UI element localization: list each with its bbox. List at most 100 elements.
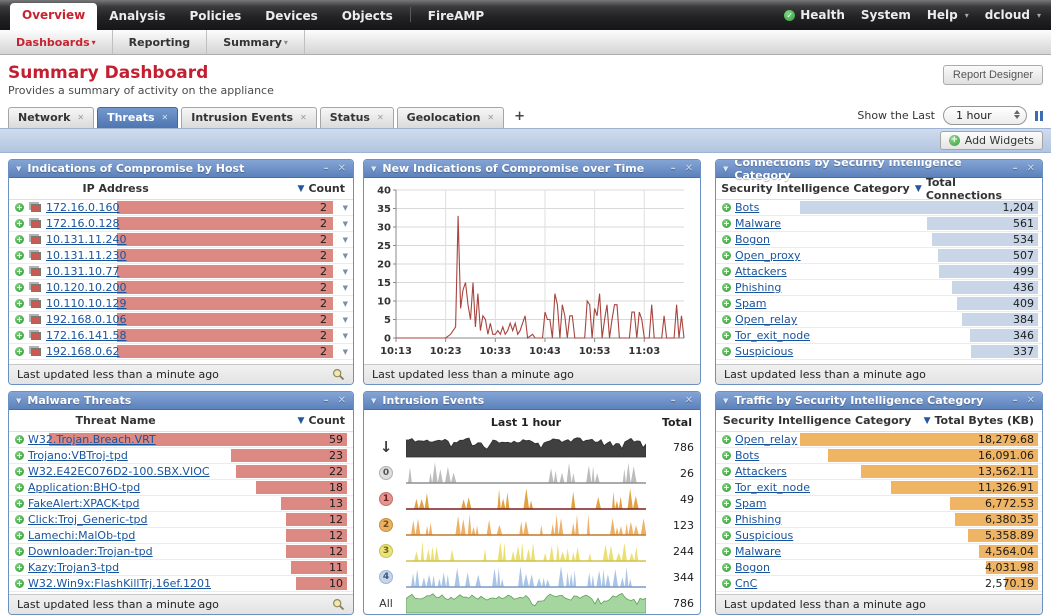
expand-row-icon[interactable]: + [722, 483, 731, 492]
expand-row-icon[interactable]: + [15, 251, 24, 260]
expand-row-icon[interactable]: + [722, 467, 731, 476]
expand-row-icon[interactable]: + [15, 235, 24, 244]
si-category-link[interactable]: Phishing [735, 281, 781, 294]
row-options-icon[interactable]: ▼ [343, 268, 348, 276]
expand-row-icon[interactable]: + [722, 547, 731, 556]
expand-row-icon[interactable]: + [15, 435, 24, 444]
expand-row-icon[interactable]: + [722, 299, 731, 308]
collapse-widget-icon[interactable]: ▼ [371, 397, 376, 405]
close-tab-icon[interactable]: ✕ [377, 113, 384, 122]
close-widget-icon[interactable]: ✕ [685, 395, 693, 406]
add-widgets-button[interactable]: + Add Widgets [940, 131, 1043, 150]
threat-name-link[interactable]: W32.Win9x:FlashKillTrj.16ef.1201 [28, 577, 211, 590]
add-tab-button[interactable]: + [507, 109, 532, 128]
collapse-widget-icon[interactable]: ▼ [723, 397, 728, 405]
si-category-link[interactable]: Spam [735, 497, 766, 510]
topnav-tab-objects[interactable]: Objects [330, 4, 405, 30]
minimize-widget-icon[interactable]: – [324, 395, 329, 406]
threat-name-link[interactable]: Trojano:VBTroj-tpd [28, 449, 128, 462]
row-options-icon[interactable]: ▼ [343, 252, 348, 260]
column-header-name[interactable]: Security Intelligence Category [716, 182, 915, 195]
topnav-tab-devices[interactable]: Devices [253, 4, 329, 30]
column-header-value[interactable]: ▼Total Bytes (KB) [924, 414, 1042, 427]
column-header-name[interactable]: IP Address [9, 182, 222, 195]
si-category-link[interactable]: Malware [735, 217, 781, 230]
impact-level-badge[interactable]: 4 [379, 570, 393, 584]
topnav-tab-analysis[interactable]: Analysis [97, 4, 177, 30]
help-menu[interactable]: Help▾ [927, 8, 969, 22]
expand-row-icon[interactable]: + [722, 451, 731, 460]
row-options-icon[interactable]: ▼ [343, 284, 348, 292]
row-options-icon[interactable]: ▼ [343, 300, 348, 308]
si-category-link[interactable]: Bogon [735, 233, 770, 246]
si-category-link[interactable]: Bots [735, 201, 759, 214]
minimize-widget-icon[interactable]: – [324, 163, 329, 174]
expand-row-icon[interactable]: + [15, 299, 24, 308]
close-tab-icon[interactable]: ✕ [487, 113, 494, 122]
expand-row-icon[interactable]: + [15, 331, 24, 340]
threat-name-link[interactable]: Click:Troj_Generic-tpd [28, 513, 148, 526]
expand-row-icon[interactable]: + [722, 283, 731, 292]
column-header-value[interactable]: ▼Count [298, 414, 353, 427]
collapse-widget-icon[interactable]: ▼ [723, 165, 728, 173]
report-designer-button[interactable]: Report Designer [943, 65, 1043, 85]
expand-row-icon[interactable]: + [15, 483, 24, 492]
row-options-icon[interactable]: ▼ [343, 236, 348, 244]
expand-row-icon[interactable]: + [722, 251, 731, 260]
si-category-link[interactable]: Bots [735, 449, 759, 462]
si-category-link[interactable]: Phishing [735, 513, 781, 526]
threat-name-link[interactable]: Lamechi:MalOb-tpd [28, 529, 135, 542]
close-widget-icon[interactable]: ✕ [338, 395, 346, 406]
expand-row-icon[interactable]: + [722, 563, 731, 572]
dashboard-tab-status[interactable]: Status✕ [320, 107, 394, 128]
row-options-icon[interactable]: ▼ [343, 348, 348, 356]
close-widget-icon[interactable]: ✕ [1027, 395, 1035, 406]
si-category-link[interactable]: Tor_exit_node [735, 481, 810, 494]
threat-name-link[interactable]: Downloader:Trojan-tpd [28, 545, 153, 558]
expand-row-icon[interactable]: + [15, 219, 24, 228]
collapse-widget-icon[interactable]: ▼ [16, 165, 21, 173]
expand-row-icon[interactable]: + [15, 315, 24, 324]
close-widget-icon[interactable]: ✕ [338, 163, 346, 174]
expand-row-icon[interactable]: + [15, 267, 24, 276]
threat-name-link[interactable]: Kazy:Trojan3-tpd [28, 561, 119, 574]
si-category-link[interactable]: Spam [735, 297, 766, 310]
ip-address-link[interactable]: 10.120.10.200 [46, 281, 126, 294]
time-range-select[interactable]: 1 hour [943, 106, 1027, 125]
collapse-widget-icon[interactable]: ▼ [16, 397, 21, 405]
search-icon[interactable] [332, 598, 345, 611]
minimize-widget-icon[interactable]: – [671, 395, 676, 406]
ip-address-link[interactable]: 192.168.0.106 [46, 313, 126, 326]
column-header-value[interactable]: ▼Count [298, 182, 353, 195]
column-header-name[interactable]: Security Intelligence Category [716, 414, 918, 427]
minimize-widget-icon[interactable]: – [1013, 395, 1018, 406]
collapse-widget-icon[interactable]: ▼ [371, 165, 376, 173]
si-category-link[interactable]: Bogon [735, 561, 770, 574]
minimize-widget-icon[interactable]: – [671, 163, 676, 174]
topnav-tab-overview[interactable]: Overview [10, 3, 97, 30]
topnav-tab-policies[interactable]: Policies [178, 4, 254, 30]
health-menu[interactable]: ✓ Health [784, 8, 845, 22]
pause-button[interactable] [1035, 111, 1043, 121]
close-tab-icon[interactable]: ✕ [77, 113, 84, 122]
expand-row-icon[interactable]: + [722, 331, 731, 340]
subnav-item-dashboards[interactable]: Dashboards▾ [0, 30, 113, 54]
expand-row-icon[interactable]: + [15, 203, 24, 212]
close-tab-icon[interactable]: ✕ [300, 113, 307, 122]
dashboard-tab-threats[interactable]: Threats✕ [97, 107, 178, 128]
impact-level-badge[interactable]: 3 [379, 544, 393, 558]
ip-address-link[interactable]: 10.131.10.77 [46, 265, 119, 278]
ip-address-link[interactable]: 172.16.141.58 [46, 329, 126, 342]
expand-row-icon[interactable]: + [15, 515, 24, 524]
expand-row-icon[interactable]: + [722, 347, 731, 356]
expand-row-icon[interactable]: + [15, 451, 24, 460]
expand-row-icon[interactable]: + [15, 347, 24, 356]
ip-address-link[interactable]: 10.131.11.230 [46, 249, 126, 262]
expand-row-icon[interactable]: + [722, 531, 731, 540]
si-category-link[interactable]: CnC [735, 577, 757, 590]
close-widget-icon[interactable]: ✕ [685, 163, 693, 174]
dashboard-tab-geolocation[interactable]: Geolocation✕ [397, 107, 504, 128]
expand-row-icon[interactable]: + [722, 219, 731, 228]
column-header-value[interactable]: ▼Total Connections [915, 178, 1042, 202]
column-header-name[interactable]: Threat Name [9, 414, 222, 427]
